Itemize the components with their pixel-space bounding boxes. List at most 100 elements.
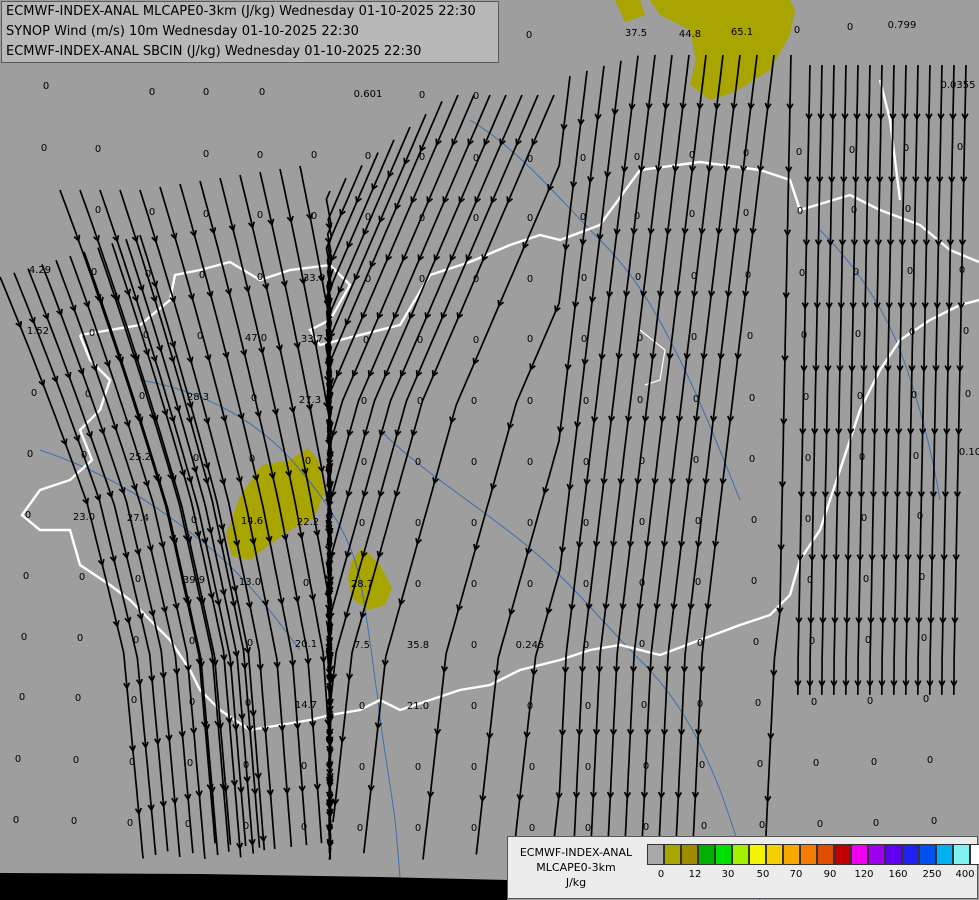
cin-value-label: 0 — [859, 452, 865, 463]
cin-value-label: 0 — [189, 636, 195, 647]
cin-value-label: 0 — [95, 205, 101, 216]
cin-value-label: 0 — [813, 758, 819, 769]
legend-box: ECMWF-INDEX-ANAL MLCAPE0-3km J/kg 0 12 30 5… — [507, 836, 979, 899]
cin-value-label: 0 — [693, 455, 699, 466]
cin-value-label: 0 — [129, 757, 135, 768]
cin-value-label: 0 — [471, 579, 477, 590]
cin-value-label: 0 — [847, 22, 853, 33]
cin-value-label: 0 — [359, 518, 365, 529]
cin-value-label: 0 — [149, 207, 155, 218]
cin-value-label: 0 — [585, 762, 591, 773]
cin-value-label: 0 — [197, 331, 203, 342]
cin-value-label: 0 — [583, 640, 589, 651]
legend-swatch — [953, 844, 970, 865]
legend-swatch — [698, 844, 715, 865]
legend-swatch — [919, 844, 936, 865]
cin-value-label: 0 — [471, 396, 477, 407]
cin-value-label: 0 — [89, 328, 95, 339]
cin-value-label: 33.0 — [303, 273, 325, 284]
legend-swatch — [783, 844, 800, 865]
cin-value-label: 0 — [526, 30, 532, 41]
cin-value-label: 0 — [527, 334, 533, 345]
cin-value-label: 0 — [27, 449, 33, 460]
cin-value-label: 0 — [15, 754, 21, 765]
cin-value-label: 0 — [635, 272, 641, 283]
cin-value-label: 20.1 — [295, 639, 317, 650]
legend-swatch — [902, 844, 919, 865]
cin-value-label: 0 — [747, 331, 753, 342]
cin-value-label: 0 — [580, 212, 586, 223]
cin-value-label: 0 — [31, 388, 37, 399]
cin-value-label: 0 — [193, 453, 199, 464]
cin-value-label: 0 — [921, 633, 927, 644]
cin-value-label: 0 — [91, 267, 97, 278]
cin-value-label: 27.3 — [299, 395, 321, 406]
cin-value-label: 0 — [965, 389, 971, 400]
legend-swatch — [715, 844, 732, 865]
cin-value-label: 25.2 — [129, 452, 151, 463]
cin-value-label: 0 — [365, 151, 371, 162]
cin-value-label: 0 — [415, 823, 421, 834]
cin-value-label: 0 — [817, 819, 823, 830]
cin-value-label: 0 — [419, 274, 425, 285]
legend-swatch — [647, 844, 664, 865]
cin-value-label: 0 — [873, 818, 879, 829]
cin-value-label: 0 — [923, 694, 929, 705]
cin-value-label: 0 — [867, 696, 873, 707]
cin-value-label: 0 — [415, 518, 421, 529]
cin-value-label: 0 — [527, 457, 533, 468]
cin-value-label: 0 — [41, 143, 47, 154]
cin-value-label: 0 — [743, 208, 749, 219]
legend-swatch — [851, 844, 868, 865]
cin-value-label: 0 — [71, 816, 77, 827]
cin-value-label: 0 — [801, 330, 807, 341]
legend-caption: ECMWF-INDEX-ANAL MLCAPE0-3km J/kg — [510, 845, 642, 890]
cin-value-label: 0 — [753, 637, 759, 648]
cin-value-label: 0 — [695, 516, 701, 527]
cin-value-label: 0 — [634, 152, 640, 163]
cin-value-label: 0.0355 — [941, 80, 976, 91]
cin-value-label: 33.7 — [301, 334, 323, 345]
cin-value-label: 0 — [963, 326, 969, 337]
cin-value-label: 0 — [251, 393, 257, 404]
cin-value-label: 0 — [641, 700, 647, 711]
cin-value-label: 13.0 — [239, 577, 261, 588]
cin-value-label: 0 — [695, 577, 701, 588]
cin-value-label: 0 — [417, 396, 423, 407]
cin-value-label: 0 — [637, 395, 643, 406]
cin-value-label: 0 — [581, 273, 587, 284]
cin-value-label: 0 — [809, 636, 815, 647]
cin-value-label: 0 — [634, 211, 640, 222]
weather-map: 0000000.601000013.520.537.544.865.1000.7… — [0, 0, 979, 900]
cin-value-label: 0 — [243, 821, 249, 832]
cin-value-label: 0 — [527, 274, 533, 285]
cin-value-label: 0 — [73, 755, 79, 766]
cin-value-label: 0 — [203, 87, 209, 98]
cin-value-label: 0 — [757, 759, 763, 770]
cin-value-label: 0 — [871, 757, 877, 768]
cin-value-label: 0 — [689, 150, 695, 161]
cin-value-label: 0 — [203, 149, 209, 160]
legend-tick-label: 120 — [854, 869, 874, 880]
cin-value-label: 0 — [905, 204, 911, 215]
cin-value-label: 0 — [127, 818, 133, 829]
cin-value-label: 0 — [471, 640, 477, 651]
cin-value-label: 4.29 — [29, 265, 51, 276]
cin-value-label: 0 — [803, 392, 809, 403]
cin-value-label: 0 — [305, 456, 311, 467]
legend-swatch — [749, 844, 766, 865]
cin-value-label: 0 — [911, 390, 917, 401]
cin-value-label: 0 — [691, 332, 697, 343]
cin-value-label: 0 — [21, 632, 27, 643]
cin-value-label: 0 — [471, 518, 477, 529]
title-box: ECMWF-INDEX-ANAL MLCAPE0-3km (J/kg) Wedn… — [1, 1, 499, 63]
cin-value-label: 0 — [257, 272, 263, 283]
cin-value-label: 0 — [245, 698, 251, 709]
cin-value-label: 39.9 — [183, 575, 205, 586]
cin-value-label: 0 — [473, 213, 479, 224]
cin-value-label: 22.2 — [297, 517, 319, 528]
cin-value-label: 0 — [85, 389, 91, 400]
cin-value-label: 0 — [243, 760, 249, 771]
legend-swatch — [970, 844, 979, 865]
cin-value-label: 0 — [471, 701, 477, 712]
